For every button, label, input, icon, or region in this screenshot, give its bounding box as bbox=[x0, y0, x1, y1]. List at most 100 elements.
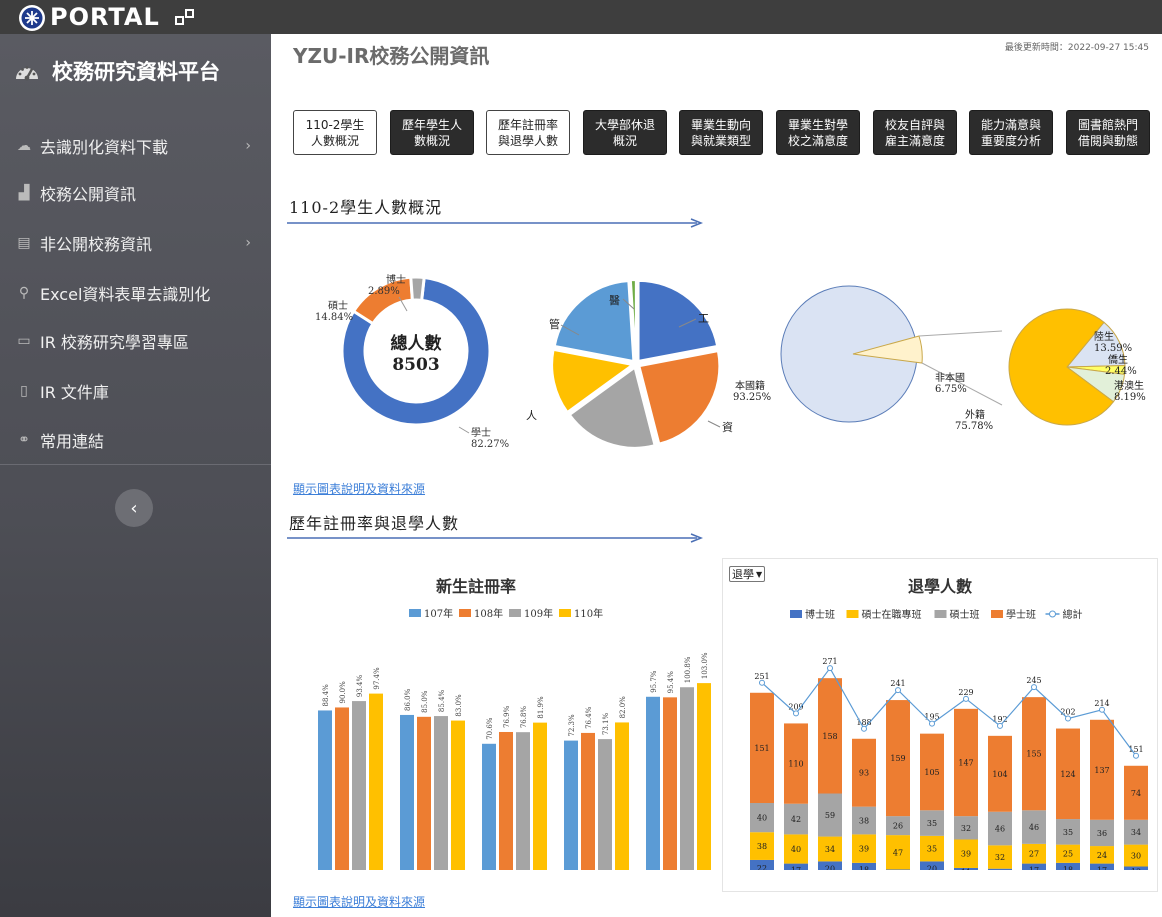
bar-data-label: 13 bbox=[1131, 867, 1141, 870]
pie3-label-pct-international: 75.78% bbox=[955, 421, 993, 432]
donut-slice-2 bbox=[409, 275, 426, 302]
bar-data-label: 86.0% bbox=[404, 688, 412, 711]
tab-registration-dropout[interactable]: 歷年註冊率與退學人數 bbox=[486, 110, 570, 155]
bar bbox=[417, 716, 431, 870]
total-point bbox=[997, 722, 1003, 729]
legend-swatch bbox=[991, 610, 1003, 618]
bar bbox=[697, 683, 711, 870]
bar-data-label: 95.7% bbox=[650, 670, 658, 693]
pie3-label-pct-overseas: 2.44% bbox=[1105, 366, 1137, 377]
sidebar-header[interactable]: 校務研究資料平台 bbox=[14, 54, 220, 88]
legend-label: 碩士班 bbox=[950, 608, 980, 621]
donut-label-name-phd: 博士 bbox=[386, 273, 406, 286]
section-underline-arrow bbox=[287, 533, 704, 543]
bar-data-label: 30 bbox=[1131, 852, 1141, 861]
bar bbox=[318, 710, 332, 870]
bar-data-label: 35 bbox=[1063, 828, 1073, 837]
bar bbox=[615, 722, 629, 870]
bar-data-label: 97.4% bbox=[373, 667, 381, 690]
portal-logo[interactable]: PORTAL bbox=[50, 3, 160, 31]
bar-data-label: 20 bbox=[825, 865, 835, 870]
bar-data-label: 103.0% bbox=[701, 652, 709, 679]
donut-label-pct-master: 14.84% bbox=[315, 312, 353, 323]
pie-slice-4 bbox=[553, 280, 635, 363]
bar bbox=[352, 701, 366, 870]
show-source-link[interactable]: 顯示圖表說明及資料來源 bbox=[293, 893, 425, 910]
bar-data-label: 76.9% bbox=[503, 705, 511, 728]
donut-center-label: 總人數 bbox=[391, 333, 442, 354]
bar-data-label: 32 bbox=[961, 824, 971, 833]
tab-library-borrowing[interactable]: 圖書館熱門借閱與動態 bbox=[1066, 110, 1150, 155]
sidebar-item-label: 非公開校務資訊 bbox=[40, 235, 153, 254]
tab-graduate-satisfaction[interactable]: 畢業生對學校之滿意度 bbox=[776, 110, 860, 155]
legend-label: 108年 bbox=[474, 607, 503, 620]
top-bar: PORTAL bbox=[0, 0, 1162, 34]
bar-data-label: 47 bbox=[893, 848, 903, 857]
total-point bbox=[1031, 684, 1037, 691]
legend-label: 107年 bbox=[424, 607, 453, 620]
bar-data-label: 104 bbox=[992, 770, 1007, 779]
bar-data-label: 137 bbox=[1094, 766, 1109, 775]
bar-data-label: 159 bbox=[890, 754, 905, 763]
tab-label: 歷年學生人數概況 bbox=[401, 117, 462, 148]
chevron-right-icon: › bbox=[245, 235, 251, 251]
bar-data-label: 27 bbox=[1029, 850, 1039, 859]
total-data-label: 251 bbox=[754, 672, 769, 681]
tab-label: 大學部休退概況 bbox=[594, 117, 655, 148]
total-data-label: 202 bbox=[1060, 708, 1075, 717]
tab-label: 校友自評與雇主滿意度 bbox=[884, 117, 945, 148]
stacked-bar-segment bbox=[988, 868, 1012, 870]
sidebar-collapse-button[interactable]: ‹ bbox=[115, 489, 153, 527]
pie-label-medicine: 醫 bbox=[609, 294, 620, 307]
bar-data-label: 158 bbox=[822, 732, 837, 741]
show-source-link[interactable]: 顯示圖表說明及資料來源 bbox=[293, 480, 425, 497]
sidebar-item-ir-docs[interactable]: ▯ IR 文件庫 bbox=[0, 371, 271, 411]
tab-students-by-year[interactable]: 歷年學生人數概況 bbox=[390, 110, 474, 155]
tab-label: 110-2學生人數概況 bbox=[305, 117, 365, 148]
university-seal-icon[interactable] bbox=[18, 4, 46, 32]
tab-undergrad-suspension[interactable]: 大學部休退概況 bbox=[583, 110, 667, 155]
total-point bbox=[1065, 715, 1071, 722]
bar bbox=[564, 740, 578, 870]
bar-data-label: 72.3% bbox=[568, 714, 576, 737]
bar-data-label: 40 bbox=[791, 845, 801, 854]
sidebar-item-private-info[interactable]: ▤ 非公開校務資訊 › bbox=[0, 223, 271, 263]
bar bbox=[663, 697, 677, 870]
bar-data-label: 46 bbox=[995, 825, 1005, 834]
bar-data-label: 36 bbox=[1097, 829, 1107, 838]
tab-alumni-employer[interactable]: 校友自評與雇主滿意度 bbox=[873, 110, 957, 155]
tab-graduate-employment[interactable]: 畢業生動向與就業類型 bbox=[679, 110, 763, 155]
bar-data-label: 26 bbox=[893, 822, 903, 831]
sidebar-item-public-info[interactable]: ▟ 校務公開資訊 bbox=[0, 173, 271, 213]
total-data-label: 214 bbox=[1094, 699, 1109, 708]
sidebar-item-links[interactable]: ⚭ 常用連結 bbox=[0, 420, 271, 460]
donut-label-pct-bachelor: 82.27% bbox=[471, 439, 509, 450]
sidebar-item-ir-learning[interactable]: ▭ IR 校務研究學習專區 bbox=[0, 321, 271, 361]
pie3-label-name-international: 外籍 bbox=[965, 408, 985, 421]
bar bbox=[680, 687, 694, 870]
bar-data-label: 82.0% bbox=[619, 696, 627, 719]
bar-data-label: 93 bbox=[859, 769, 869, 778]
bar-data-label: 147 bbox=[958, 758, 973, 767]
sidebar-item-excel-deidentify[interactable]: ⚲ Excel資料表單去識別化 bbox=[0, 273, 271, 313]
bar-data-label: 17 bbox=[1029, 866, 1039, 870]
tab-label: 能力滿意與重要度分析 bbox=[980, 117, 1041, 148]
tab-ability-analysis[interactable]: 能力滿意與重要度分析 bbox=[969, 110, 1053, 155]
sidebar-item-label: IR 文件庫 bbox=[40, 383, 109, 402]
bar-data-label: 22 bbox=[757, 864, 767, 870]
sidebar-item-deidentified-download[interactable]: ☁ 去識別化資料下載 › bbox=[0, 126, 271, 166]
bar-data-label: 25 bbox=[1063, 850, 1073, 859]
legend-swatch bbox=[934, 610, 947, 618]
bar bbox=[434, 716, 448, 870]
bar-data-label: 40 bbox=[757, 814, 767, 823]
tab-current-students[interactable]: 110-2學生人數概況 bbox=[293, 110, 377, 155]
bar-data-label: 105 bbox=[924, 768, 939, 777]
pie3-label-name-domestic: 本國籍 bbox=[735, 379, 765, 392]
chart-title: 退學人數 bbox=[908, 577, 972, 596]
apps-grid-icon[interactable] bbox=[174, 7, 196, 27]
bar-data-label: 95.4% bbox=[667, 671, 675, 694]
sidebar-item-label: Excel資料表單去識別化 bbox=[40, 285, 211, 304]
bar bbox=[499, 731, 513, 870]
pie3-label-pct-hkmacau: 8.19% bbox=[1114, 392, 1146, 403]
total-point bbox=[759, 679, 765, 686]
